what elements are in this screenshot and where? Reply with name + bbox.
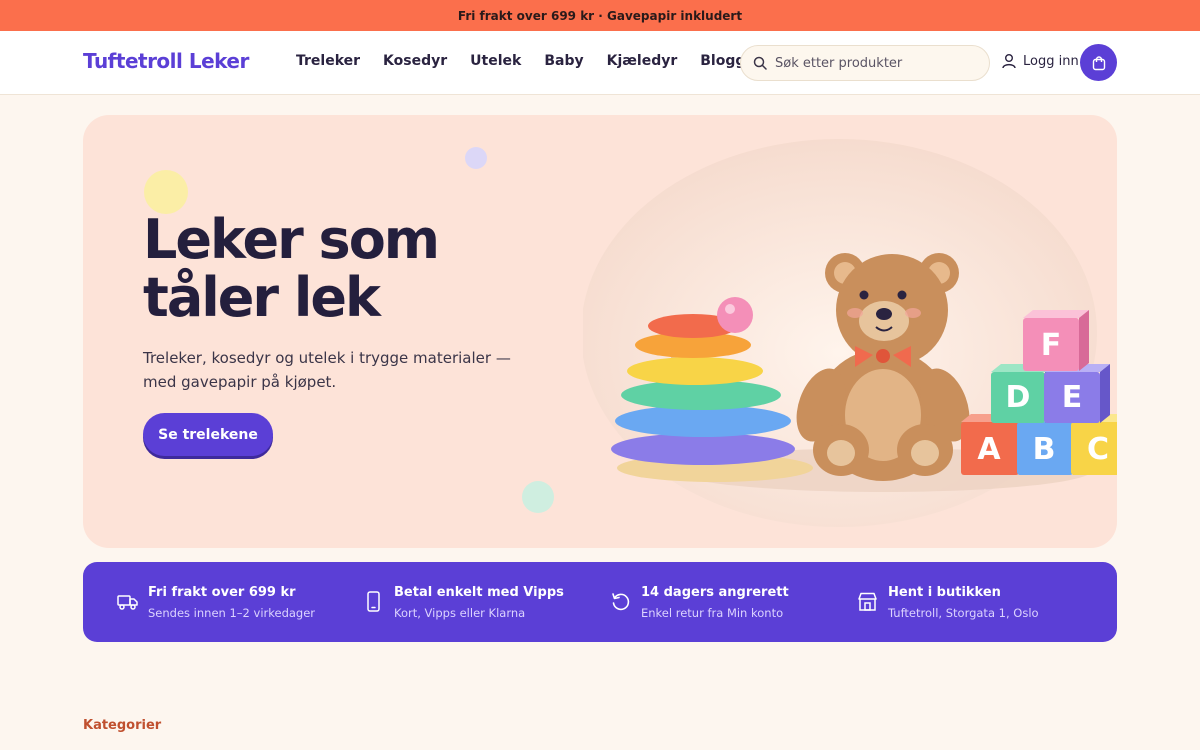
- usp-bar: Fri frakt over 699 kr Sendes innen 1–2 v…: [83, 562, 1117, 642]
- decor-dot-mint: [522, 481, 554, 513]
- cart-button[interactable]: [1080, 44, 1117, 81]
- site-header: Tuftetroll Leker Treleker Kosedyr Utelek…: [0, 31, 1200, 95]
- block-letter: A: [977, 432, 1001, 467]
- hero-illustration: A B C D E F: [583, 139, 1117, 527]
- usp-title: Fri frakt over 699 kr: [148, 585, 296, 600]
- hero-subtitle: Treleker, kosedyr og utelek i trygge mat…: [143, 349, 511, 391]
- nav-item-baby[interactable]: Baby: [544, 53, 583, 69]
- usp-subtitle: Kort, Vipps eller Klarna: [394, 606, 526, 620]
- search-icon: [753, 56, 767, 70]
- store-icon: [858, 592, 877, 611]
- return-icon: [612, 593, 630, 611]
- block-letter: D: [1006, 380, 1031, 415]
- promo-text: Fri frakt over 699 kr · Gavepapir inklud…: [457, 8, 743, 23]
- categories-heading: Kategorier: [83, 718, 162, 733]
- hero-title: Leker som tåler lek: [143, 211, 503, 327]
- shop-wooden-toys-button[interactable]: Se trelekene: [143, 413, 273, 456]
- truck-icon: [117, 595, 138, 610]
- site-logo[interactable]: Tuftetroll Leker: [83, 49, 249, 73]
- promo-bar: Fri frakt over 699 kr · Gavepapir inklud…: [0, 0, 1200, 31]
- usp-title: 14 dagers angrerett: [641, 585, 789, 600]
- hero-title-line2: tåler lek: [143, 266, 381, 329]
- nav-item-kosedyr[interactable]: Kosedyr: [383, 53, 447, 69]
- block-e: E: [1044, 364, 1110, 423]
- nav-item-blogg[interactable]: Blogg: [700, 53, 745, 69]
- phone-icon: [367, 591, 380, 612]
- decor-dot-lilac: [465, 147, 487, 169]
- nav-item-kjaeledyr[interactable]: Kjæledyr: [607, 53, 678, 69]
- block-letter: B: [1033, 432, 1056, 467]
- block-letter: E: [1062, 380, 1083, 415]
- usp-subtitle: Enkel retur fra Min konto: [641, 606, 784, 620]
- login-link[interactable]: Logg inn: [1001, 53, 1079, 69]
- block-letter: C: [1087, 432, 1109, 467]
- block-letter: F: [1041, 328, 1062, 363]
- hero-banner: Leker som tåler lek Treleker, kosedyr og…: [83, 115, 1117, 548]
- block-c: C: [1071, 414, 1117, 475]
- block-f: F: [1023, 310, 1089, 371]
- search-input[interactable]: [775, 55, 975, 71]
- hero-title-line1: Leker som: [143, 208, 440, 271]
- nav-item-treleker[interactable]: Treleker: [296, 53, 360, 69]
- user-icon: [1002, 54, 1016, 69]
- search-box[interactable]: [740, 45, 990, 81]
- usp-subtitle: Sendes innen 1–2 virkedager: [148, 606, 316, 620]
- nav-item-utelek[interactable]: Utelek: [470, 53, 521, 69]
- main-nav: Treleker Kosedyr Utelek Baby Kjæledyr Bl…: [296, 53, 768, 69]
- login-label: Logg inn: [1023, 53, 1079, 69]
- usp-title: Betal enkelt med Vipps: [394, 585, 564, 600]
- usp-subtitle: Tuftetroll, Storgata 1, Oslo: [888, 606, 1039, 620]
- usp-title: Hent i butikken: [888, 585, 1001, 600]
- bag-icon: [1092, 55, 1105, 70]
